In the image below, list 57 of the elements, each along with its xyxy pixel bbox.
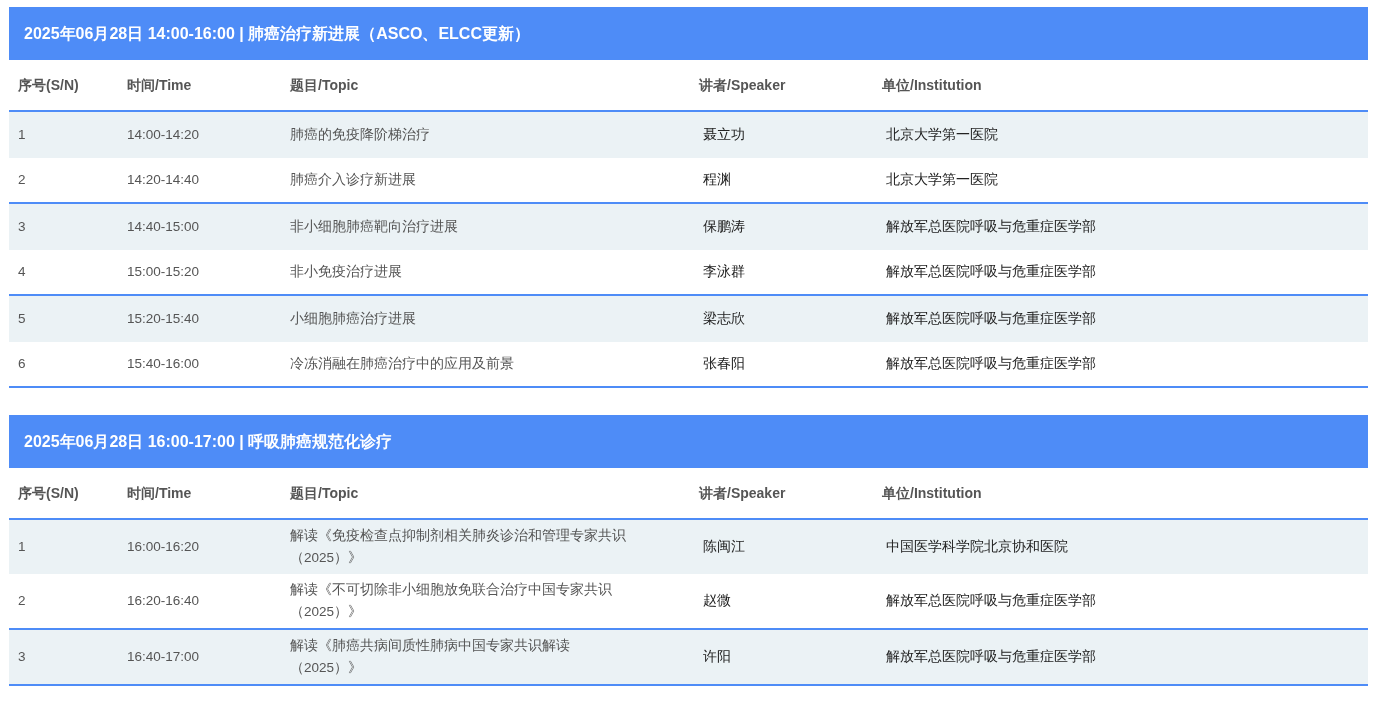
table-cell-text: 16:40-17:00 xyxy=(127,648,201,666)
table-cell-text: 3 xyxy=(18,648,27,666)
table-cell-text: 16:00-16:20 xyxy=(127,538,201,556)
table-cell-text: 15:40-16:00 xyxy=(127,355,201,373)
session-title: 2025年06月28日 14:00-16:00 | 肺癌治疗新进展（ASCO、ELCC更新） xyxy=(24,23,530,44)
table-cell-text: 聂立功 xyxy=(703,126,746,144)
table-cell-text: 解放军总医院呼吸与危重症医学部 xyxy=(886,648,1097,666)
table-cell-text: 解读《肺癌共病间质性肺病中国专家共识解读（2025）》 xyxy=(290,637,571,677)
table-cell-text: 许阳 xyxy=(703,648,732,666)
table-cell-text: 梁志欣 xyxy=(703,310,746,328)
table-cell-text: 6 xyxy=(18,355,27,373)
table-cell-text: 5 xyxy=(18,310,27,328)
table-cell-text: 16:20-16:40 xyxy=(127,592,201,610)
table-cell-text: 解放军总医院呼吸与危重症医学部 xyxy=(886,592,1097,610)
table-cell-text: 保鹏涛 xyxy=(703,218,746,236)
table-cell-text: 北京大学第一医院 xyxy=(886,171,999,189)
table-cell-text: 非小细胞肺癌靶向治疗进展 xyxy=(290,218,459,236)
table-cell-text: 15:00-15:20 xyxy=(127,263,201,281)
table-cell-text: 肺癌的免疫降阶梯治疗 xyxy=(290,126,431,144)
table-cell-text: 14:00-14:20 xyxy=(127,126,201,144)
table-cell-text: 非小免疫治疗进展 xyxy=(290,263,403,281)
table-cell-text: 小细胞肺癌治疗进展 xyxy=(290,310,417,328)
column-header: 单位/Institution xyxy=(882,485,982,501)
table-cell-text: 中国医学科学院北京协和医院 xyxy=(886,538,1069,556)
column-header: 时间/Time xyxy=(127,77,192,93)
table-cell-text: 解放军总医院呼吸与危重症医学部 xyxy=(886,263,1097,281)
table-cell-text: 14:40-15:00 xyxy=(127,218,201,236)
column-header: 序号(S/N) xyxy=(18,77,79,93)
table-cell-text: 2 xyxy=(18,171,27,189)
column-header: 题目/Topic xyxy=(290,485,359,501)
column-header: 单位/Institution xyxy=(882,77,982,93)
column-header: 序号(S/N) xyxy=(18,485,79,501)
table-cell-text: 解放军总医院呼吸与危重症医学部 xyxy=(886,310,1097,328)
session-title: 2025年06月28日 16:00-17:00 | 呼吸肺癌规范化诊疗 xyxy=(24,431,393,452)
table-cell-text: 1 xyxy=(18,126,27,144)
table-cell-text: 冷冻消融在肺癌治疗中的应用及前景 xyxy=(290,355,515,373)
table-cell-text: 解读《免疫检查点抑制剂相关肺炎诊治和管理专家共识（2025）》 xyxy=(290,527,627,567)
table-cell-text: 肺癌介入诊疗新进展 xyxy=(290,171,417,189)
table-cell-text: 程渊 xyxy=(703,171,732,189)
table-cell-text: 解放军总医院呼吸与危重症医学部 xyxy=(886,355,1097,373)
column-header: 讲者/Speaker xyxy=(699,485,786,501)
table-cell-text: 1 xyxy=(18,538,27,556)
table-cell-text: 14:20-14:40 xyxy=(127,171,201,189)
table-cell-text: 3 xyxy=(18,218,27,236)
table-cell-text: 陈闽江 xyxy=(703,538,746,556)
column-header: 题目/Topic xyxy=(290,77,359,93)
column-header: 时间/Time xyxy=(127,485,192,501)
table-cell-text: 北京大学第一医院 xyxy=(886,126,999,144)
table-cell-text: 2 xyxy=(18,592,27,610)
table-cell-text: 解放军总医院呼吸与危重症医学部 xyxy=(886,218,1097,236)
table-cell-text: 李泳群 xyxy=(703,263,746,281)
column-header: 讲者/Speaker xyxy=(699,77,786,93)
table-cell-text: 15:20-15:40 xyxy=(127,310,201,328)
table-cell-text: 张春阳 xyxy=(703,355,746,373)
table-cell-text: 赵微 xyxy=(703,592,732,610)
table-cell-text: 解读《不可切除非小细胞放免联合治疗中国专家共识（2025）》 xyxy=(290,581,613,621)
table-cell-text: 4 xyxy=(18,263,27,281)
